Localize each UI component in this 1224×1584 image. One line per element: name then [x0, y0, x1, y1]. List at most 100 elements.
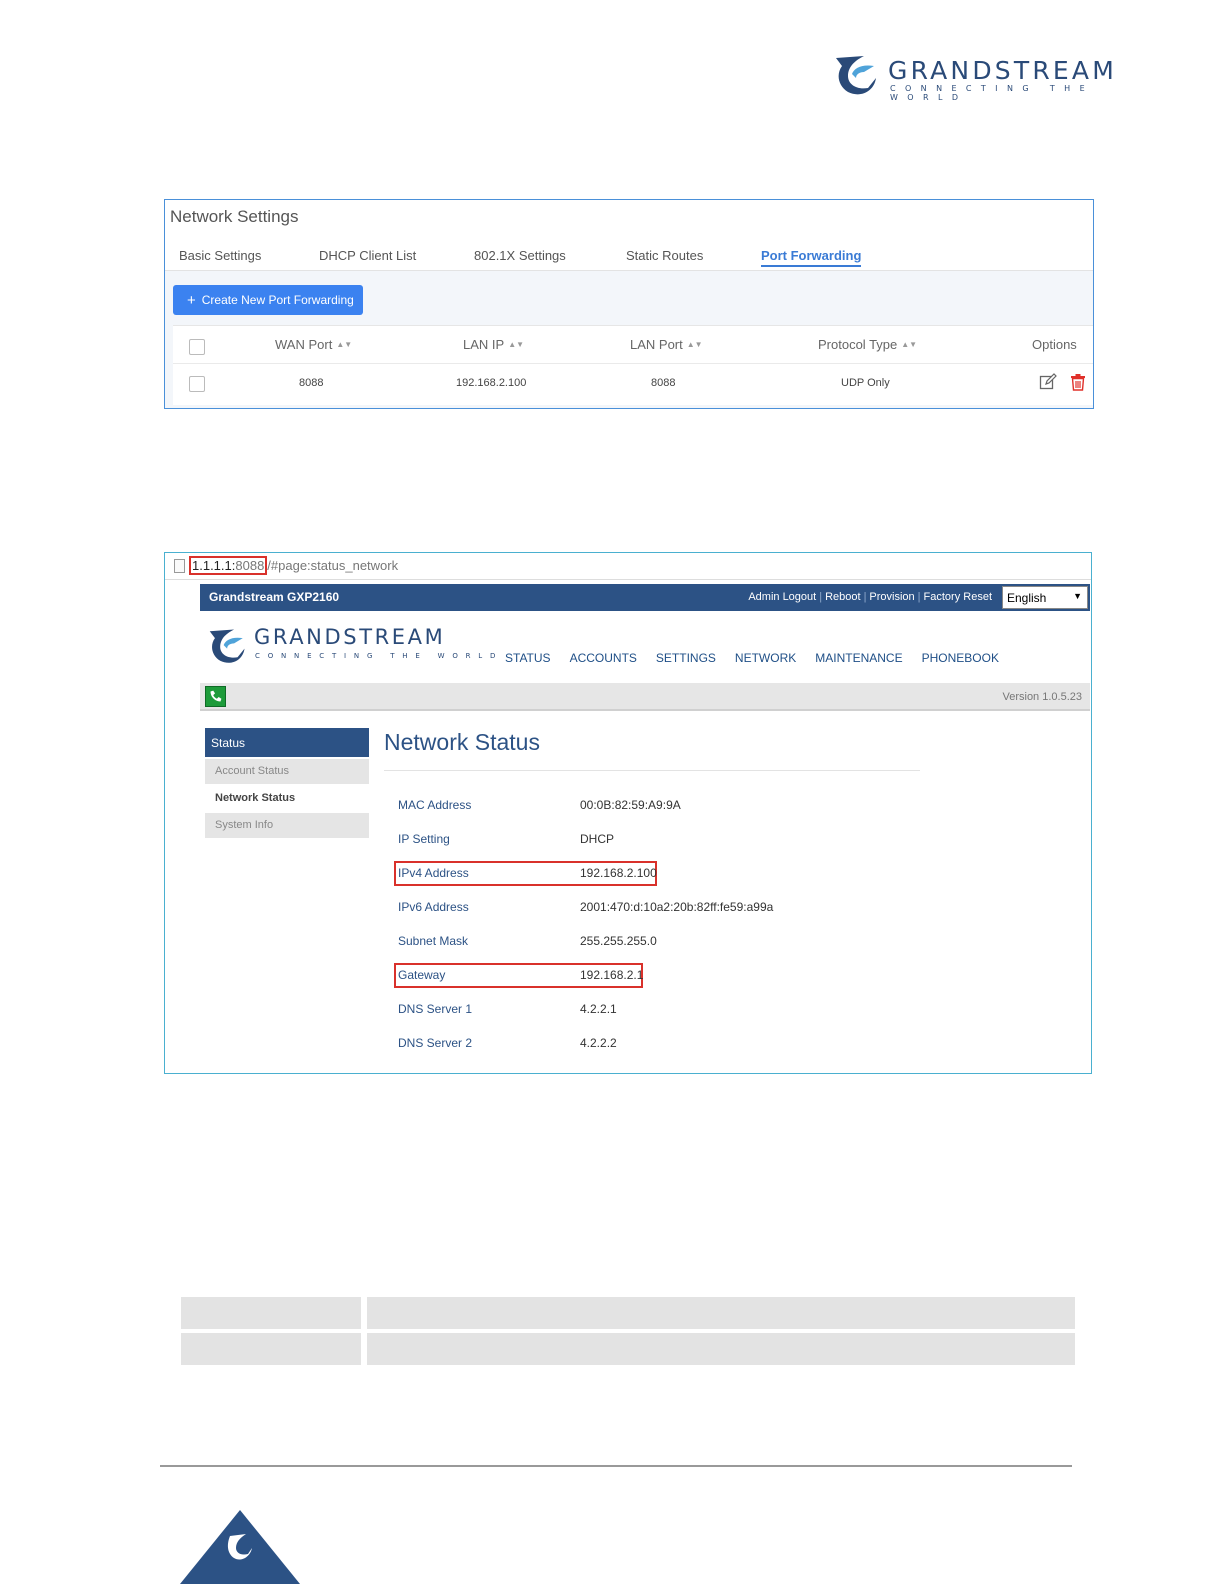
grandstream-logo-icon	[836, 56, 876, 95]
page-icon	[174, 559, 185, 573]
column-label: LAN IP	[463, 337, 505, 352]
tab-basic-settings[interactable]: Basic Settings	[179, 248, 261, 263]
nav-status[interactable]: STATUS	[505, 651, 551, 665]
nav-phonebook[interactable]: PHONEBOOK	[922, 651, 999, 665]
document-page: GRANDSTREAM CONNECTING THE WORLD Network…	[0, 0, 1224, 1584]
tab-dhcp-client-list[interactable]: DHCP Client List	[319, 248, 416, 263]
column-options: Options	[1032, 337, 1077, 352]
link-separator: |	[863, 591, 867, 603]
gxp-logo-wordmark: GRANDSTREAM	[254, 625, 446, 649]
factory-reset-link[interactable]: Factory Reset	[924, 591, 992, 603]
gxp-header: GRANDSTREAM CONNECTING THE WORLD STATUS A…	[200, 611, 1090, 683]
nav-accounts[interactable]: ACCOUNTS	[570, 651, 637, 665]
provision-link[interactable]: Provision	[869, 591, 914, 603]
table-cell	[181, 1333, 361, 1365]
column-lan-port[interactable]: LAN Port ▲▼	[630, 337, 703, 352]
table-cell	[181, 1297, 361, 1329]
table-row: 8088 192.168.2.100 8088 UDP Only	[173, 364, 1093, 402]
field-value-mac: 00:0B:82:59:A9:9A	[580, 798, 681, 812]
table-header: WAN Port ▲▼ LAN IP ▲▼ LAN Port ▲▼ Protocol …	[173, 326, 1093, 364]
link-separator: |	[819, 591, 823, 603]
logo-wordmark: GRANDSTREAM	[888, 56, 1117, 85]
column-lan-ip[interactable]: LAN IP ▲▼	[463, 337, 524, 352]
page-title: Network Status	[384, 729, 540, 755]
field-label-subnet: Subnet Mask	[398, 934, 469, 948]
cell-protocol: UDP Only	[841, 377, 890, 389]
field-label-dns2: DNS Server 2	[398, 1036, 473, 1050]
sidebar-item-account-status[interactable]: Account Status	[205, 759, 369, 784]
logo-tagline: CONNECTING THE WORLD	[890, 84, 1095, 102]
cell-wan-port: 8088	[299, 377, 324, 389]
sidebar-head-status[interactable]: Status	[205, 728, 369, 757]
nav-settings[interactable]: SETTINGS	[656, 651, 716, 665]
network-settings-panel: Network Settings Basic Settings DHCP Cli…	[164, 199, 1094, 409]
row-checkbox[interactable]	[189, 376, 205, 392]
tab-8021x-settings[interactable]: 802.1X Settings	[474, 248, 566, 263]
field-label-ip-setting: IP Setting	[398, 832, 450, 846]
sort-icon: ▲▼	[336, 340, 353, 349]
address-bar: 1.1.1.1:8088/#page:status_network	[165, 553, 1091, 580]
grandstream-logo: GRANDSTREAM CONNECTING THE WORLD	[834, 54, 1164, 102]
grandstream-logo-icon	[209, 629, 245, 663]
tab-port-forwarding[interactable]: Port Forwarding	[761, 248, 862, 267]
sidebar-item-system-info[interactable]: System Info	[205, 813, 369, 838]
language-select[interactable]: English ▼	[1002, 586, 1088, 609]
phone-status-icon	[205, 686, 226, 707]
column-protocol-type[interactable]: Protocol Type ▲▼	[818, 337, 917, 352]
url-host: 1.1.1.1:	[192, 558, 236, 573]
tab-static-routes[interactable]: Static Routes	[626, 248, 703, 263]
field-value-ipv6: 2001:470:d:10a2:20b:82ff:fe59:a99a	[580, 900, 774, 914]
sort-icon: ▲▼	[686, 340, 703, 349]
cell-lan-port: 8088	[651, 377, 676, 389]
column-wan-port[interactable]: WAN Port ▲▼	[275, 337, 352, 352]
field-value-dns2: 4.2.2.2	[580, 1036, 617, 1050]
create-port-forwarding-button[interactable]: + Create New Port Forwarding	[173, 285, 363, 315]
field-label-ipv4: IPv4 Address	[398, 866, 469, 880]
status-sidebar: Status Account Status Network Status Sys…	[205, 728, 369, 838]
reboot-link[interactable]: Reboot	[825, 591, 860, 603]
main-nav: STATUS ACCOUNTS SETTINGS NETWORK MAINTENANCE…	[505, 651, 1018, 665]
dropdown-caret-icon: ▼	[1073, 591, 1082, 601]
sort-icon: ▲▼	[901, 340, 918, 349]
field-label-gateway: Gateway	[398, 968, 446, 982]
field-label-dns1: DNS Server 1	[398, 1002, 473, 1016]
nav-network[interactable]: NETWORK	[735, 651, 796, 665]
firmware-version: Version 1.0.5.23	[1002, 691, 1082, 703]
url-highlight: 1.1.1.1:8088	[189, 556, 268, 575]
create-button-label: Create New Port Forwarding	[201, 293, 354, 307]
field-value-gateway: 192.168.2.1	[580, 968, 644, 982]
plus-icon: +	[187, 291, 196, 309]
delete-icon[interactable]	[1069, 373, 1087, 391]
link-separator: |	[917, 591, 921, 603]
gxp-status-bar: Version 1.0.5.23	[200, 683, 1090, 711]
panel-title: Network Settings	[170, 207, 299, 226]
field-label-mac: MAC Address	[398, 798, 472, 812]
field-value-ipv4: 192.168.2.100	[580, 866, 657, 880]
gxp-top-bar: Grandstream GXP2160 Admin Logout | Reboot |…	[200, 584, 1090, 611]
language-value: English	[1007, 591, 1047, 605]
top-links: Admin Logout | Reboot | Provision | Factory Re…	[748, 591, 992, 603]
footer-logo-icon	[180, 1510, 300, 1584]
nav-maintenance[interactable]: MAINTENANCE	[815, 651, 902, 665]
admin-logout-link[interactable]: Admin Logout	[748, 591, 816, 603]
port-forwarding-table: WAN Port ▲▼ LAN IP ▲▼ LAN Port ▲▼ Protocol …	[173, 325, 1093, 405]
device-brand: Grandstream GXP2160	[209, 590, 340, 604]
url-text[interactable]: 1.1.1.1:8088/#page:status_network	[189, 556, 399, 575]
field-label-ipv6: IPv6 Address	[398, 900, 469, 914]
field-value-subnet: 255.255.255.0	[580, 934, 657, 948]
sidebar-item-network-status[interactable]: Network Status	[205, 786, 369, 811]
gxp-web-ui-screenshot: 1.1.1.1:8088/#page:status_network Grands…	[164, 552, 1092, 1074]
column-label: WAN Port	[275, 337, 333, 352]
select-all-checkbox[interactable]	[189, 339, 205, 355]
table-cell	[367, 1333, 1075, 1365]
sort-icon: ▲▼	[508, 340, 525, 349]
field-value-ip-setting: DHCP	[580, 832, 615, 846]
url-port: 8088	[235, 558, 265, 573]
divider	[384, 770, 920, 771]
column-label: LAN Port	[630, 337, 683, 352]
url-path: /#page:status_network	[267, 558, 399, 573]
column-label: Protocol Type	[818, 337, 898, 352]
edit-icon[interactable]	[1039, 373, 1057, 391]
port-forwarding-body: + Create New Port Forwarding WAN Port ▲▼ …	[165, 271, 1093, 408]
cell-lan-ip: 192.168.2.100	[456, 377, 527, 389]
